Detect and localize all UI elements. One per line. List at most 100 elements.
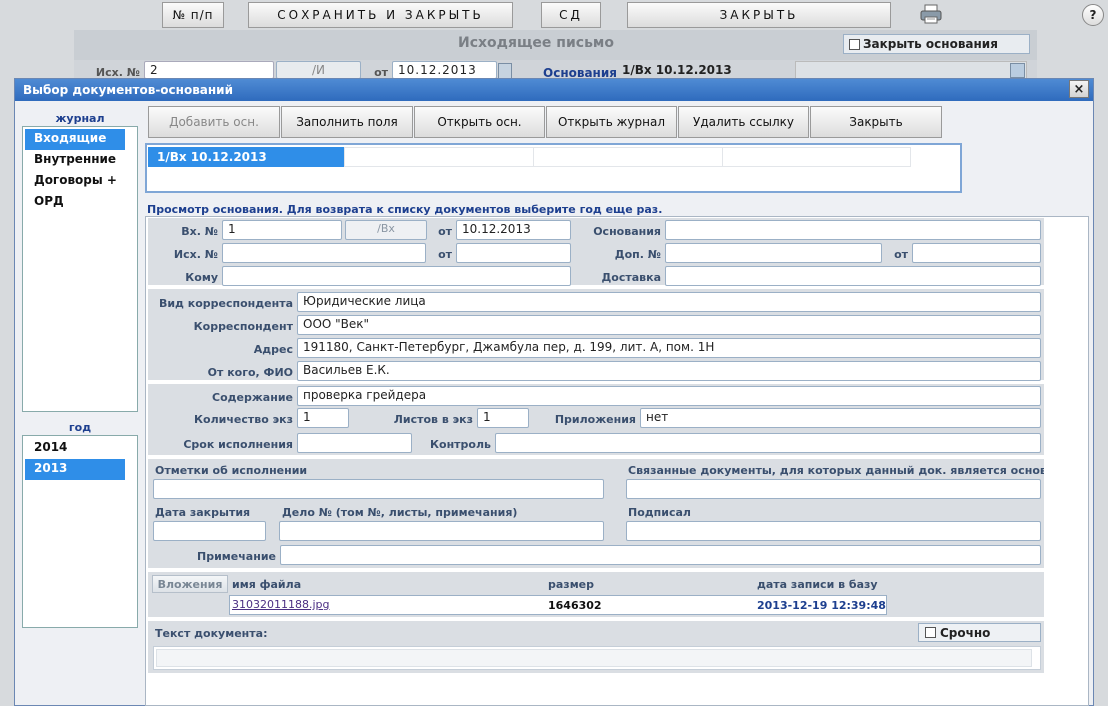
- adres-input[interactable]: 191180, Санкт-Петербург, Джамбула пер, д…: [297, 338, 1041, 358]
- pril-label: Приложения: [554, 413, 636, 426]
- printer-icon[interactable]: [920, 4, 942, 24]
- attachment-date: 2013-12-19 12:39:48: [757, 599, 886, 612]
- kontrol-input[interactable]: [495, 433, 1041, 453]
- otkogo-input[interactable]: Васильев Е.К.: [297, 361, 1041, 381]
- checkbox-box[interactable]: [925, 627, 936, 638]
- podpisal-label: Подписал: [628, 506, 691, 519]
- main-osnovaniya-value: 1/Вх 10.12.2013: [622, 63, 732, 77]
- osnovaniya-picker-icon[interactable]: [1010, 63, 1025, 78]
- urgent-label: Срочно: [940, 625, 991, 640]
- ish-label: Исх. №: [173, 248, 218, 261]
- journal-item-incoming[interactable]: Входящие: [25, 129, 125, 150]
- svyaz-label: Связанные документы, для которых данный …: [628, 464, 1087, 477]
- year-item-2014[interactable]: 2014: [25, 438, 135, 459]
- korr-label: Корреспондент: [193, 320, 293, 333]
- kol-input[interactable]: 1: [297, 408, 349, 428]
- list-input[interactable]: 1: [477, 408, 529, 428]
- calendar-icon[interactable]: [498, 63, 512, 79]
- otm-input[interactable]: [153, 479, 604, 499]
- prim-label: Примечание: [197, 550, 276, 563]
- vx-label: Вх. №: [181, 225, 218, 238]
- journal-label: журнал: [55, 112, 105, 125]
- vx-ot-label: от: [438, 225, 452, 238]
- col-file-header: имя файла: [232, 578, 302, 591]
- save-close-button[interactable]: СОХРАНИТЬ И ЗАКРЫТЬ: [248, 2, 513, 28]
- document-text-inner: [156, 649, 1032, 667]
- year-list: 2014 2013: [22, 435, 138, 628]
- main-ish-input[interactable]: 2: [144, 61, 274, 79]
- komu-label: Кому: [185, 271, 218, 284]
- main-osnovaniya-field: [795, 61, 1027, 79]
- dop-date-input[interactable]: [912, 243, 1041, 263]
- form-right-margin: [1044, 218, 1088, 674]
- dop-input[interactable]: [665, 243, 882, 263]
- checkbox-box[interactable]: [849, 38, 860, 50]
- close-main-button[interactable]: ЗАКРЫТЬ: [627, 2, 891, 28]
- svyaz-input[interactable]: [626, 479, 1041, 499]
- hint-text: Просмотр основания. Для возврата к списк…: [147, 203, 663, 216]
- journal-list: Входящие Внутренние Договоры + ОРД: [22, 126, 138, 412]
- osn-label: Основания: [593, 225, 661, 238]
- srok-input[interactable]: [297, 433, 412, 453]
- open-journal-button[interactable]: Открыть журнал: [546, 106, 677, 138]
- main-date-input[interactable]: 10.12.2013: [392, 61, 497, 79]
- sd-button[interactable]: СД: [541, 2, 601, 28]
- sod-label: Содержание: [212, 391, 293, 404]
- attachment-file-link[interactable]: 31032011188.jpg: [232, 598, 330, 611]
- journal-item-contracts[interactable]: Договоры +: [25, 171, 135, 192]
- journal-item-internal[interactable]: Внутренние: [25, 150, 135, 171]
- vid-label: Вид корреспондента: [158, 297, 293, 310]
- cell-divider: [722, 147, 723, 167]
- sod-input[interactable]: проверка грейдера: [297, 386, 1041, 406]
- list-row-cells: [344, 147, 911, 167]
- fill-fields-button[interactable]: Заполнить поля: [281, 106, 413, 138]
- journal-item-ord[interactable]: ОРД: [25, 192, 135, 213]
- pril-input[interactable]: нет: [640, 408, 1041, 428]
- data-zakr-input[interactable]: [153, 521, 266, 541]
- col-size-header: размер: [548, 578, 595, 591]
- col-date-header: дата записи в базу: [757, 578, 878, 591]
- dialog-title: Выбор документов-оснований: [15, 79, 1093, 101]
- ish-input[interactable]: [222, 243, 426, 263]
- delo-label: Дело № (том №, листы, примечания): [282, 506, 518, 519]
- komu-input[interactable]: [222, 266, 571, 286]
- delete-link-button[interactable]: Удалить ссылку: [678, 106, 809, 138]
- osn-input[interactable]: [665, 220, 1041, 240]
- prim-input[interactable]: [280, 545, 1041, 565]
- list-item[interactable]: 1/Вх 10.12.2013: [148, 147, 344, 167]
- vid-input[interactable]: Юридические лица: [297, 292, 1041, 312]
- help-button[interactable]: ?: [1082, 4, 1104, 26]
- attachments-tab[interactable]: Вложения: [152, 575, 228, 593]
- dostavka-input[interactable]: [665, 266, 1041, 286]
- dop-ot-label: от: [894, 248, 908, 261]
- ish-ot-label: от: [438, 248, 452, 261]
- delo-input[interactable]: [279, 521, 604, 541]
- year-item-2013[interactable]: 2013: [25, 459, 125, 480]
- podpisal-input[interactable]: [626, 521, 1041, 541]
- dostavka-label: Доставка: [601, 271, 661, 284]
- vx-input[interactable]: 1: [222, 220, 342, 240]
- otkogo-label: От кого, ФИО: [207, 366, 293, 379]
- main-ish-suffix: /И: [276, 61, 361, 79]
- dop-label: Доп. №: [614, 248, 661, 261]
- text-label: Текст документа:: [155, 627, 268, 640]
- add-basis-button[interactable]: Добавить осн.: [148, 106, 280, 138]
- number-button[interactable]: № п/п: [162, 2, 224, 28]
- vx-suffix: /Вх: [345, 220, 427, 240]
- year-label: год: [68, 421, 92, 434]
- close-bases-checkbox[interactable]: Закрыть основания: [843, 34, 1030, 54]
- vx-date-input[interactable]: 10.12.2013: [456, 220, 571, 240]
- dialog-close-icon[interactable]: ×: [1069, 80, 1089, 98]
- close-dialog-button[interactable]: Закрыть: [810, 106, 942, 138]
- urgent-checkbox[interactable]: Срочно: [918, 623, 1041, 642]
- ish-date-input[interactable]: [456, 243, 571, 263]
- cell-divider: [533, 147, 534, 167]
- attachment-size: 1646302: [548, 599, 602, 612]
- korr-input[interactable]: ООО "Век": [297, 315, 1041, 335]
- srok-label: Срок исполнения: [183, 438, 293, 451]
- open-basis-button[interactable]: Открыть осн.: [414, 106, 545, 138]
- otm-label: Отметки об исполнении: [155, 464, 308, 477]
- data-zakr-label: Дата закрытия: [155, 506, 251, 519]
- adres-label: Адрес: [253, 343, 293, 356]
- list-label: Листов в экз: [393, 413, 473, 426]
